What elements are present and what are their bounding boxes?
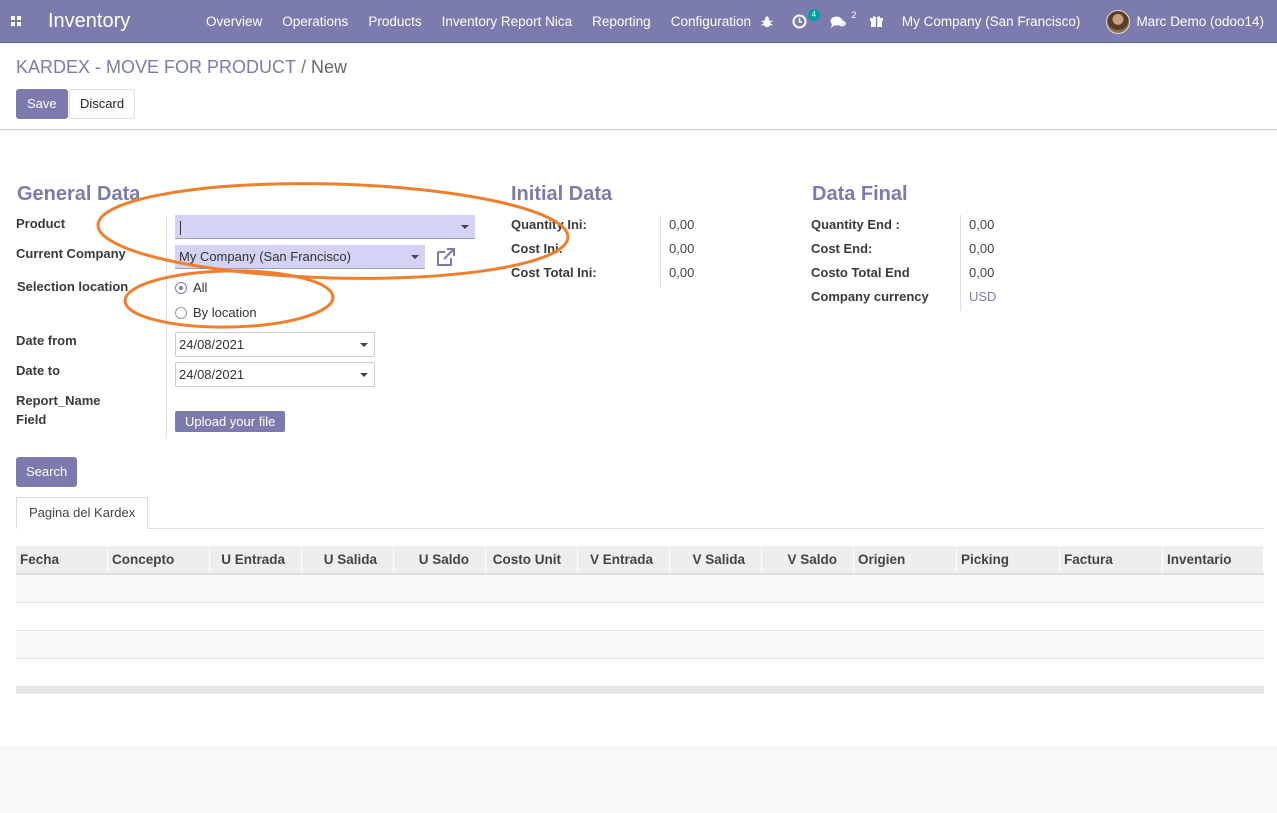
general-separator: [166, 215, 167, 437]
user-menu[interactable]: Marc Demo (odoo14): [1096, 0, 1277, 43]
upload-file-button[interactable]: Upload your file: [175, 411, 286, 432]
data-final-title: Data Final: [812, 183, 908, 205]
report-field-label: Field: [16, 412, 47, 427]
company-switcher[interactable]: My Company (San Francisco): [892, 0, 1097, 43]
menu-operations[interactable]: Operations: [272, 0, 358, 43]
radio-all-label: All: [193, 280, 208, 295]
initial-data-title: Initial Data: [511, 183, 613, 205]
column-concepto[interactable]: Concepto: [108, 546, 210, 573]
breadcrumb-separator: /: [301, 57, 307, 77]
column-v-salida[interactable]: V Salida: [670, 546, 762, 573]
kardex-table: Fecha Concepto U Entrada U Salida U Sald…: [16, 546, 1264, 694]
date-from-field[interactable]: 24/08/2021: [175, 332, 375, 357]
form-sheet: General Data Product Current Company My …: [0, 131, 1277, 746]
costo-total-end-value: 0,00: [969, 265, 995, 280]
quantity-end-value: 0,00: [969, 217, 995, 232]
report-name-label: Report_Name: [16, 393, 101, 408]
quantity-ini-value: 0,00: [669, 217, 695, 232]
chevron-down-icon[interactable]: [461, 225, 469, 229]
radio-by-location[interactable]: By location: [175, 305, 257, 320]
apps-menu-icon[interactable]: [0, 0, 32, 43]
chevron-down-icon[interactable]: [360, 373, 368, 377]
breadcrumb-parent-link[interactable]: KARDEX - MOVE FOR PRODUCT: [16, 57, 296, 77]
date-to-value: 24/08/2021: [179, 367, 245, 382]
column-u-entrada[interactable]: U Entrada: [210, 546, 302, 573]
discard-button[interactable]: Discard: [69, 89, 136, 119]
column-u-salida[interactable]: U Salida: [302, 546, 394, 573]
breadcrumb-current: New: [311, 57, 348, 77]
radio-button[interactable]: [175, 306, 187, 319]
company-currency-link[interactable]: USD: [969, 289, 996, 304]
costo-total-end-label: Costo Total End: [811, 265, 910, 280]
column-costo-unit[interactable]: Costo Unit: [486, 546, 578, 573]
date-to-label: Date to: [16, 363, 61, 378]
quantity-end-label: Quantity End :: [811, 217, 900, 232]
cost-ini-label: Cost Ini:: [511, 241, 563, 256]
main-menu: Overview Operations Products Inventory R…: [196, 0, 761, 43]
cost-end-value: 0,00: [969, 241, 995, 256]
company-select[interactable]: My Company (San Francisco): [175, 245, 425, 269]
external-link-icon[interactable]: [435, 246, 457, 268]
column-u-saldo[interactable]: U Saldo: [394, 546, 486, 573]
control-panel: KARDEX - MOVE FOR PRODUCT / New Save Disca…: [0, 44, 1277, 130]
activity-clock-icon[interactable]: 4: [783, 0, 821, 43]
chevron-down-icon[interactable]: [360, 343, 368, 347]
column-origien[interactable]: Origien: [854, 546, 957, 573]
avatar: [1106, 9, 1131, 34]
final-separator: [960, 215, 961, 311]
column-inventario[interactable]: Inventario: [1163, 546, 1264, 573]
company-currency-label: Company currency: [811, 289, 929, 304]
debug-bug-icon[interactable]: [751, 0, 783, 43]
initial-separator: [660, 215, 661, 287]
messages-count-badge: 2: [851, 10, 857, 20]
table-header: Fecha Concepto U Entrada U Salida U Sald…: [16, 546, 1264, 575]
menu-overview[interactable]: Overview: [196, 0, 272, 43]
column-factura[interactable]: Factura: [1060, 546, 1163, 573]
table-row: [16, 575, 1264, 603]
search-button[interactable]: Search: [16, 457, 78, 487]
column-picking[interactable]: Picking: [957, 546, 1060, 573]
table-row: [16, 659, 1264, 687]
product-label: Product: [16, 216, 66, 231]
menu-reporting[interactable]: Reporting: [582, 0, 661, 43]
column-v-saldo[interactable]: V Saldo: [762, 546, 854, 573]
cost-end-label: Cost End:: [811, 241, 873, 256]
table-row: [16, 603, 1264, 631]
company-value: My Company (San Francisco): [179, 249, 351, 264]
cost-total-ini-label: Cost Total Ini:: [511, 265, 597, 280]
menu-configuration[interactable]: Configuration: [661, 0, 761, 43]
quantity-ini-label: Quantity Ini:: [511, 217, 587, 232]
text-cursor: [180, 220, 181, 235]
company-label: Current Company: [16, 246, 126, 261]
menu-inventory-report-nica[interactable]: Inventory Report Nica: [432, 0, 583, 43]
breadcrumb: KARDEX - MOVE FOR PRODUCT / New: [16, 57, 347, 78]
column-fecha[interactable]: Fecha: [16, 546, 108, 573]
cost-ini-value: 0,00: [669, 241, 695, 256]
activity-count-badge: 4: [807, 9, 820, 21]
table-row: [16, 631, 1264, 659]
app-name[interactable]: Inventory: [48, 10, 188, 33]
selection-location-label: Selection location: [17, 279, 129, 294]
cost-total-ini-value: 0,00: [669, 265, 695, 280]
radio-all[interactable]: All: [175, 280, 207, 295]
top-navbar: Inventory Overview Operations Products I…: [0, 0, 1277, 43]
save-button[interactable]: Save: [16, 89, 68, 119]
notebook-tabs: Pagina del Kardex: [16, 497, 1264, 529]
chevron-down-icon[interactable]: [411, 255, 419, 259]
column-v-entrada[interactable]: V Entrada: [578, 546, 670, 573]
user-name: Marc Demo (odoo14): [1136, 14, 1264, 29]
date-from-label: Date from: [16, 333, 77, 348]
general-data-title: General Data: [17, 183, 141, 205]
tab-pagina-del-kardex[interactable]: Pagina del Kardex: [16, 497, 149, 529]
product-select[interactable]: [175, 215, 475, 239]
date-from-value: 24/08/2021: [179, 337, 245, 352]
table-footer: [16, 687, 1264, 694]
menu-products[interactable]: Products: [358, 0, 431, 43]
systray: 4 2 My Company (San Francisco) Marc Demo…: [751, 0, 1277, 43]
radio-button-checked[interactable]: [175, 281, 187, 294]
gift-icon[interactable]: [861, 0, 892, 43]
messages-chat-icon[interactable]: 2: [821, 0, 861, 43]
radio-by-location-label: By location: [193, 305, 257, 320]
date-to-field[interactable]: 24/08/2021: [175, 362, 375, 387]
